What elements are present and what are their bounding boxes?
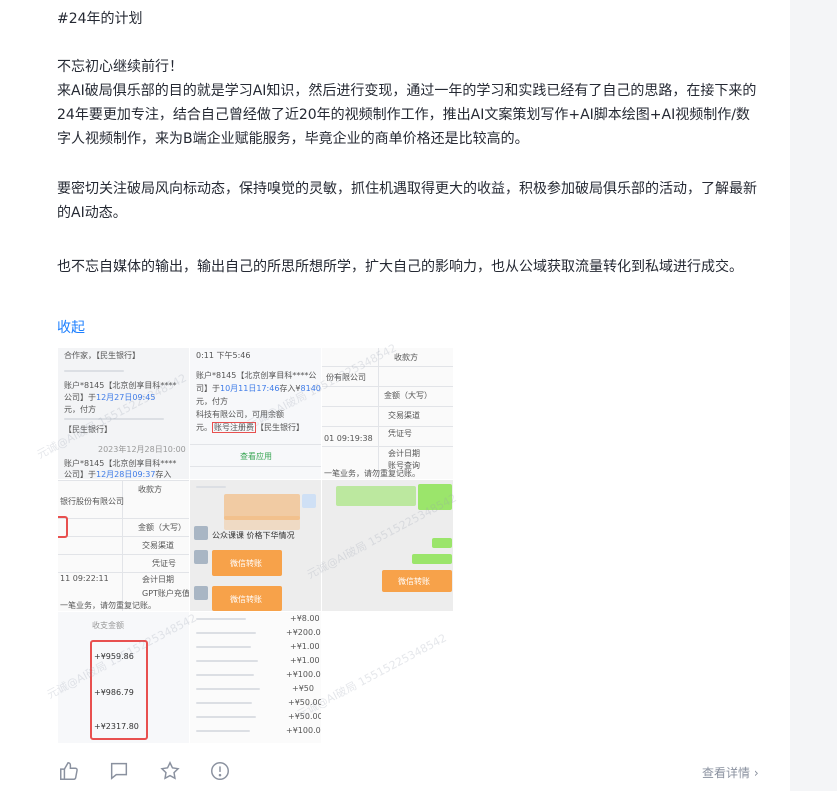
post-card: #24年的计划 不忘初心继续前行！ 来AI破局俱乐部的目的就是学习AI知识，然后… — [0, 0, 790, 791]
txn-amount: +¥8.00 — [290, 614, 320, 623]
receipt-label-4: 会计日期 — [142, 575, 174, 584]
image-wechat-chat-1[interactable]: 公众课课 价格下华情况 微信转账 微信转账 — [190, 480, 321, 611]
report-icon[interactable] — [209, 760, 231, 782]
sms-account-line2: 公司】于 — [64, 393, 96, 402]
receipt-label-3: 凭证号 — [152, 559, 176, 568]
right-sidebar — [790, 0, 837, 791]
receipt-label-2: 交易渠道 — [388, 411, 420, 420]
txn-amount: +¥50 — [292, 684, 314, 693]
receipt-label-2: 交易渠道 — [142, 541, 174, 550]
sms-payer-line: 元，付方 — [64, 405, 96, 414]
txn-amount: +¥100.00 — [286, 726, 321, 735]
receipt-company: 银行股份有限公司 — [60, 497, 124, 506]
sms-bank: 【民生银行】 — [256, 423, 304, 432]
image-grid: 合作家，【民生银行】 账户*8145【北京创享目科**** 公司】于12月27日… — [35, 341, 459, 744]
income-amount: +¥2317.80 — [94, 722, 139, 731]
income-list-header: 收支金额 — [92, 621, 124, 630]
sms-line2-prefix: 司】于 — [196, 384, 220, 393]
receipt-footer: 一笔业务，请勿重复记账。 — [324, 469, 420, 478]
post-hashtag[interactable]: #24年的计划 — [57, 8, 143, 28]
sms2-account-line2: 公司】于 — [64, 470, 96, 479]
sms-account-line: 账户*8145【北京创享目科****公 — [196, 371, 317, 380]
sms-date: 10月11日17:46 — [220, 384, 280, 393]
image-bank-sms-2[interactable]: 0:11 下午5:46 账户*8145【北京创享目科****公 司】于10月11… — [190, 348, 321, 479]
chevron-right-icon: › — [750, 766, 759, 780]
image-bank-receipt-2[interactable]: 收款方 银行股份有限公司 金额（大写） 交易渠道 凭证号 11 09:22:11… — [58, 480, 189, 611]
sms-line4: 科技有限公司，可用余额 — [196, 410, 284, 419]
transfer-card-label: 微信转账 — [398, 577, 430, 586]
collapse-link[interactable]: 收起 — [57, 317, 85, 337]
sms-line3: 元，付方 — [196, 397, 228, 406]
view-details-label: 查看详情 — [702, 766, 751, 780]
avatar — [302, 494, 316, 508]
receipt-footer: 一笔业务，请勿重复记账。 — [60, 601, 156, 610]
view-app-link: 查看应用 — [240, 452, 272, 461]
txn-amount: +¥50.00 — [288, 698, 321, 707]
thumbs-up-icon[interactable] — [58, 760, 80, 782]
txn-amount: +¥50.00 — [288, 712, 321, 721]
chat-label: 公众课课 价格下华情况 — [212, 531, 295, 540]
sms-line5-prefix: 元。 — [196, 423, 212, 432]
star-icon[interactable] — [159, 760, 181, 782]
receipt-col-header: 收款方 — [394, 353, 418, 362]
highlight-box — [58, 516, 68, 538]
sms-highlight: 账号注册费 — [212, 422, 256, 433]
image-bank-receipt-1[interactable]: 收款方 份有限公司 金额（大写） 交易渠道 凭证号 01 09:19:38 会计… — [322, 348, 453, 479]
transfer-card-label: 微信转账 — [230, 559, 262, 568]
sms-date: 12月27日09:45 — [96, 393, 156, 402]
receipt-label-1: 金额（大写） — [138, 523, 186, 532]
txn-amount: +¥1.00 — [290, 656, 320, 665]
image-bank-sms-1[interactable]: 合作家，【民生银行】 账户*8145【北京创享目科**** 公司】于12月27日… — [58, 348, 189, 479]
receipt-label-4: 会计日期 — [388, 449, 420, 458]
avatar — [194, 586, 208, 600]
sms-time-label: 2023年12月28日10:00 — [98, 445, 186, 454]
income-amount: +¥986.79 — [94, 688, 134, 697]
receipt-company: 份有限公司 — [326, 373, 366, 382]
txn-amount: +¥200.00 — [286, 628, 321, 637]
avatar — [194, 526, 208, 540]
post-footer: 查看详情 › — [58, 760, 778, 786]
image-income-list-1[interactable]: 收支金额 +¥959.86 +¥986.79 +¥2317.80 — [58, 612, 189, 743]
transfer-card-label: 微信转账 — [230, 595, 262, 604]
sms2-suffix: 存入 — [155, 470, 172, 479]
image-income-list-2[interactable]: +¥8.00 +¥200.00 +¥1.00 +¥1.00 +¥100.00 +… — [190, 612, 321, 743]
income-amount: +¥959.86 — [94, 652, 134, 661]
sms-amount: 8140.00 — [300, 384, 321, 393]
sms-deposit-label: 存入¥ — [279, 384, 301, 393]
sms2-account-line: 账户*8145【北京创享目科**** — [64, 459, 177, 468]
txn-amount: +¥100.00 — [286, 670, 321, 679]
receipt-label-3: 凭证号 — [388, 429, 412, 438]
receipt-label-1: 金额（大写） — [384, 391, 432, 400]
view-details-link[interactable]: 查看详情 › — [702, 764, 759, 781]
receipt-label-5: GPT账户充值 — [142, 589, 189, 598]
post-paragraph-1: 不忘初心继续前行！ 来AI破局俱乐部的目的就是学习AI知识，然后进行变现，通过一… — [57, 59, 757, 147]
phone-status: 0:11 下午5:46 — [196, 351, 251, 360]
receipt-col-header: 收款方 — [138, 485, 162, 494]
comment-icon[interactable] — [108, 760, 130, 782]
image-wechat-chat-2[interactable]: 微信转账 — [322, 480, 453, 611]
sms-top-text: 合作家，【民生银行】 — [64, 351, 140, 360]
avatar — [194, 550, 208, 564]
sms-account-line: 账户*8145【北京创享目科**** — [64, 381, 177, 390]
sms2-date: 12月28日09:37 — [96, 470, 156, 479]
receipt-time: 01 09:19:38 — [324, 434, 373, 443]
receipt-time: 11 09:22:11 — [60, 574, 109, 583]
post-paragraph-2: 要密切关注破局风向标动态，保持嗅觉的灵敏，抓住机遇取得更大的收益，积极参加破局俱… — [57, 181, 757, 221]
sms-bank: 【民生银行】 — [64, 425, 112, 434]
post-paragraph-3: 也不忘自媒体的输出，输出自己的所思所想所学，扩大自己的影响力，也从公域获取流量转… — [57, 259, 743, 275]
txn-amount: +¥1.00 — [290, 642, 320, 651]
page: #24年的计划 不忘初心继续前行！ 来AI破局俱乐部的目的就是学习AI知识，然后… — [0, 0, 837, 791]
